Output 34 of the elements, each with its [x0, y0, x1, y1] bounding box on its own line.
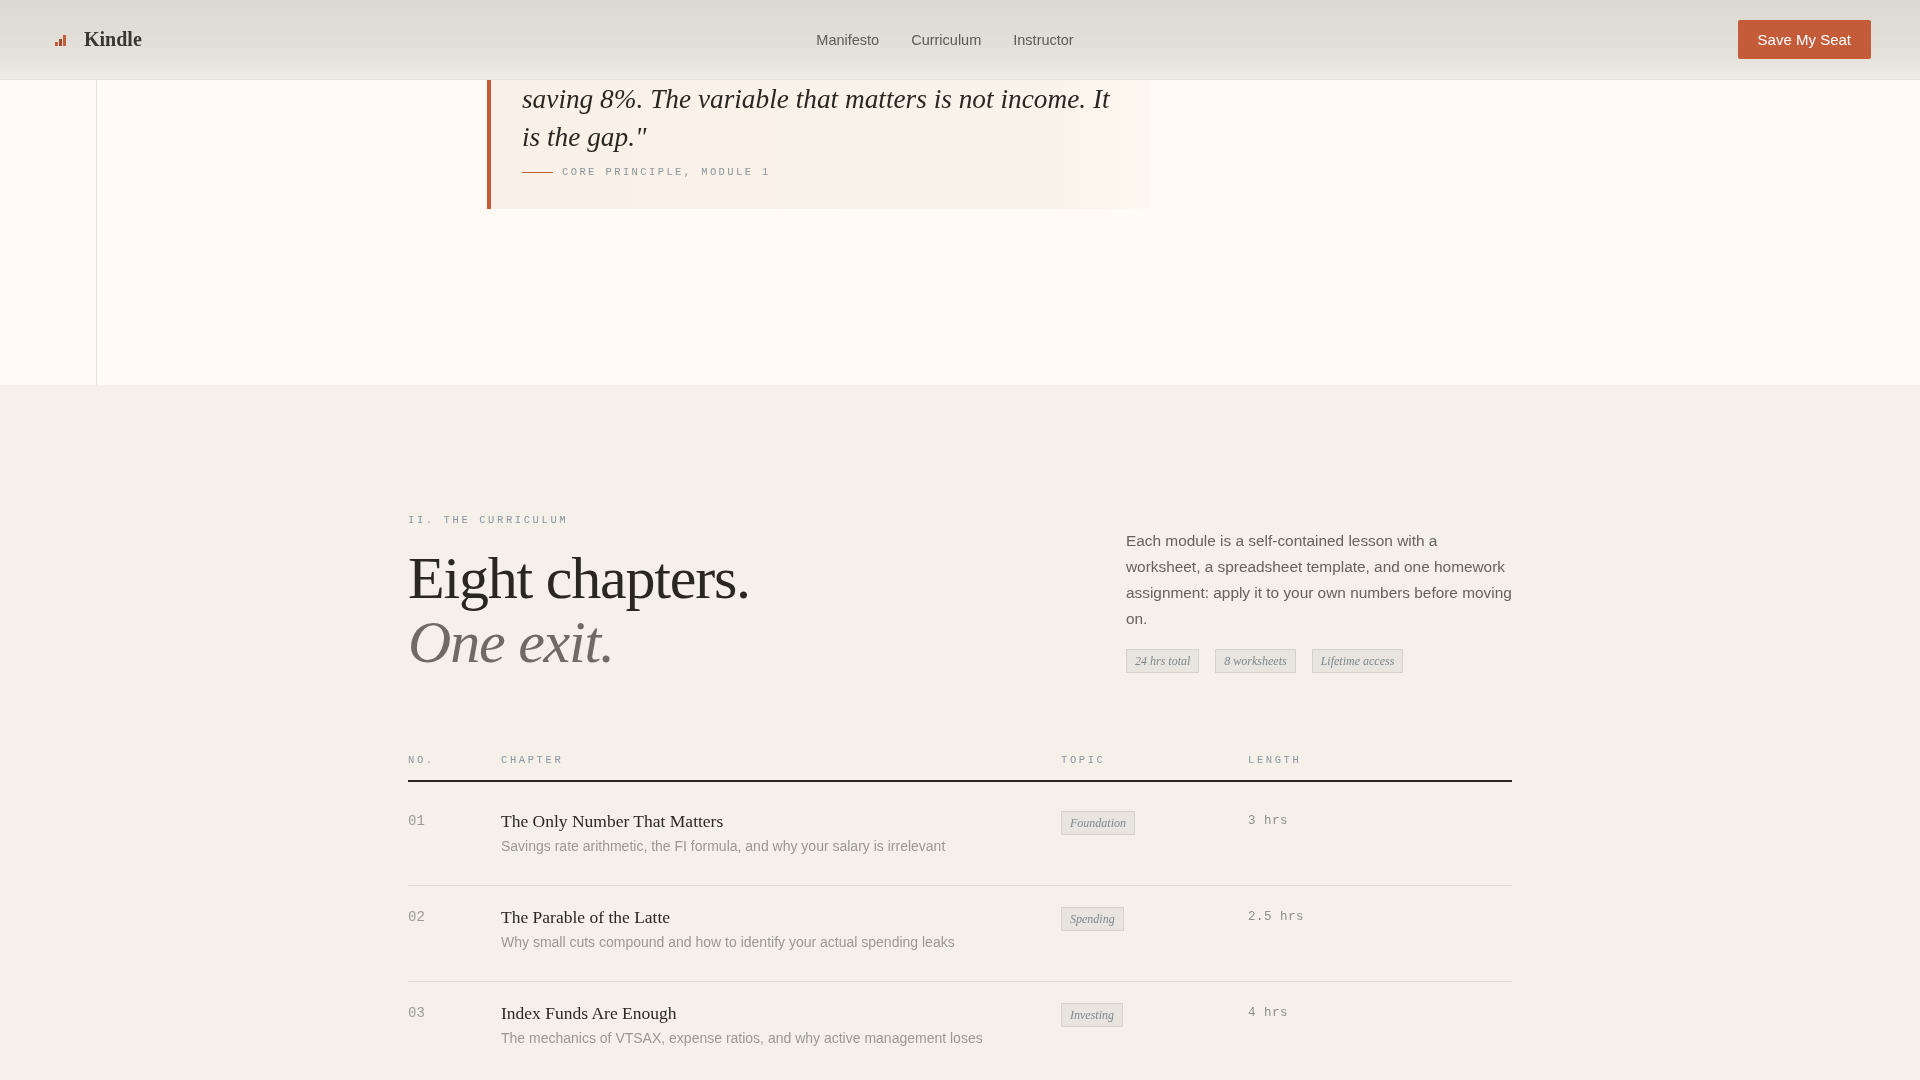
chapter-number: 03	[408, 1004, 425, 1023]
chapter-length: 3 hrs	[1248, 814, 1288, 828]
topic-tag: Foundation	[1061, 811, 1135, 835]
chapter-description: Savings rate arithmetic, the FI formula, and why your salary is irrelevant	[501, 837, 946, 856]
chapter-number: 02	[408, 908, 425, 927]
section-heading: Eight chapters.	[408, 546, 750, 610]
column-header: CHAPTER	[501, 753, 564, 767]
nav-link[interactable]: Instructor	[1013, 31, 1074, 48]
topic-tag: Spending	[1061, 907, 1124, 931]
info-tag: 24 hrs total	[1126, 649, 1200, 673]
info-tag: Lifetime access	[1311, 649, 1404, 673]
chapter-length: 2.5 hrs	[1248, 910, 1304, 924]
topic-tag: Investing	[1061, 1003, 1123, 1027]
nav-link[interactable]: Manifesto	[816, 31, 880, 48]
chapter-title: The Only Number That Matters	[501, 810, 724, 833]
column-header: NO.	[408, 753, 435, 767]
logo-text[interactable]: Kindle	[84, 28, 142, 51]
chapter-number: 01	[408, 812, 425, 831]
chapter-description: The mechanics of VTSAX, expense ratios, and why active management loses	[501, 1029, 983, 1048]
quote-text: saving 8%. The variable that matters is not income. It is the gap."	[522, 83, 1111, 154]
column-header: LENGTH	[1248, 753, 1302, 767]
nav-link[interactable]: Curriculum	[911, 31, 982, 48]
section-eyebrow: II. THE CURRICULUM	[408, 513, 569, 527]
save-seat-button[interactable]: Save My Seat	[1737, 20, 1871, 59]
chapter-title: Index Funds Are Enough	[501, 1002, 677, 1025]
chapter-description: Why small cuts compound and how to identify your actual spending leaks	[501, 933, 955, 952]
section-subheading: One exit.	[408, 610, 614, 674]
bar-chart-icon	[55, 33, 67, 46]
chapter-title: The Parable of the Latte	[501, 906, 671, 929]
intro-paragraph: Each module is a self-contained lesson with a worksheet, a spreadsheet template, and one homework assignment: apply it to your own numbers before moving on.	[1126, 531, 1512, 629]
info-tag: 8 worksheets	[1215, 649, 1296, 673]
chapter-length: 4 hrs	[1248, 1006, 1288, 1020]
column-header: TOPIC	[1061, 753, 1106, 767]
quote-attribution: CORE PRINCIPLE, MODULE 1	[562, 166, 771, 178]
